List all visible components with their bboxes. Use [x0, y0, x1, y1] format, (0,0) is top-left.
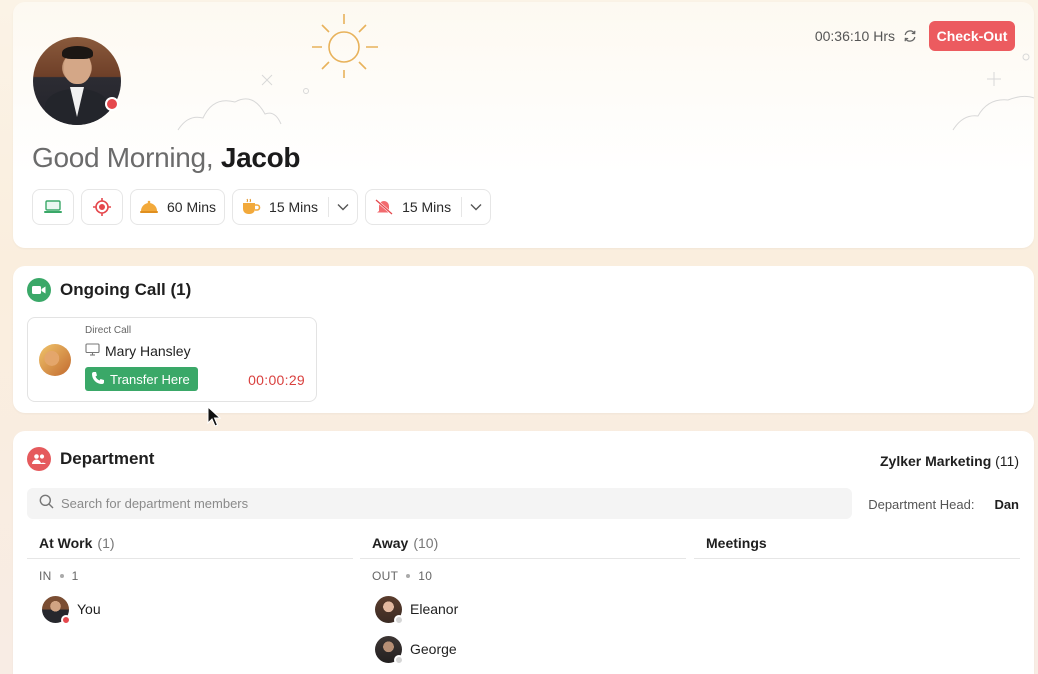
column-subheader: OUT 10 [360, 569, 686, 583]
department-search [27, 488, 852, 519]
work-mode-chip[interactable] [32, 189, 74, 225]
status-count: 10 [418, 569, 433, 583]
column-count: (10) [413, 535, 439, 551]
status-chips: 60 Mins 15 Mins 15 Mins [32, 189, 492, 225]
lunch-break-duration: 60 Mins [167, 199, 217, 215]
ongoing-call-heading: Ongoing Call (1) [27, 278, 191, 302]
at-work-column: At Work (1) IN 1 You [27, 528, 353, 625]
department-head-label: Department Head: [868, 497, 975, 512]
focus-chip[interactable] [81, 189, 123, 225]
call-item[interactable]: Direct Call Mary Hansley Transfer Here 0… [27, 317, 317, 402]
member-item[interactable]: George [360, 635, 686, 665]
ongoing-call-card: Ongoing Call (1) Direct Call Mary Hansle… [13, 266, 1034, 413]
chevron-down-icon[interactable] [470, 203, 482, 211]
elapsed-time-text: 00:36:10 Hrs [814, 28, 895, 44]
lunch-break-chip[interactable]: 60 Mins [130, 189, 226, 225]
away-column: Away (10) OUT 10 Eleanor George [360, 528, 686, 665]
department-head: Department Head: Dan [868, 497, 1019, 512]
coffee-break-chip[interactable]: 15 Mins [232, 189, 359, 225]
chevron-down-icon[interactable] [337, 203, 349, 211]
caller-row: Mary Hansley [85, 343, 191, 359]
department-name[interactable]: Zylker Marketing (11) [880, 453, 1019, 469]
group-icon [27, 447, 51, 471]
member-name: George [410, 641, 457, 657]
member-item[interactable]: You [27, 595, 353, 625]
greeting-text: Good Morning, Jacob [32, 142, 301, 174]
call-duration: 00:00:29 [248, 372, 305, 388]
department-name-text: Zylker Marketing [879, 453, 992, 469]
status-label: OUT [372, 569, 399, 583]
check-out-button[interactable]: Check-Out [929, 21, 1015, 51]
refresh-icon[interactable] [903, 29, 917, 43]
video-camera-icon [27, 278, 51, 302]
call-type-label: Direct Call [85, 325, 132, 336]
member-avatar [375, 595, 404, 625]
elapsed-timer: 00:36:10 Hrs [815, 28, 917, 44]
member-name: Eleanor [410, 601, 459, 617]
coffee-break-duration: 15 Mins [269, 199, 319, 215]
do-not-disturb-chip[interactable]: 15 Mins [365, 189, 492, 225]
dnd-duration: 15 Mins [402, 199, 452, 215]
phone-icon [91, 371, 105, 388]
column-title: Away [372, 535, 409, 551]
department-heading: Department [27, 447, 154, 471]
food-bell-icon [139, 199, 159, 215]
meetings-column: Meetings [694, 528, 1020, 559]
department-head-name[interactable]: Dan [994, 497, 1019, 512]
column-subheader: IN 1 [27, 569, 353, 583]
monitor-icon [85, 343, 100, 359]
status-count: 1 [71, 569, 79, 583]
user-status-indicator [105, 97, 119, 111]
mouse-cursor-icon [207, 406, 221, 427]
search-icon [39, 494, 54, 514]
sun-icon [312, 14, 378, 78]
department-card: Department Zylker Marketing (11) Departm… [13, 431, 1034, 674]
member-item[interactable]: Eleanor [360, 595, 686, 625]
member-avatar [42, 595, 71, 625]
column-title: At Work [39, 535, 93, 551]
laptop-icon [43, 199, 63, 215]
user-avatar[interactable] [33, 37, 121, 125]
member-avatar [375, 635, 404, 665]
column-header[interactable]: At Work (1) [27, 528, 353, 559]
target-icon [92, 197, 112, 217]
coffee-icon [241, 198, 261, 216]
transfer-here-label: Transfer Here [110, 371, 190, 387]
column-title: Meetings [706, 535, 767, 551]
bell-off-icon [374, 198, 394, 216]
greeting-card: Good Morning, Jacob 00:36:10 Hrs Check-O… [13, 2, 1034, 248]
column-header[interactable]: Away (10) [360, 528, 686, 559]
status-label: IN [39, 569, 52, 583]
department-title: Department [60, 449, 155, 468]
transfer-here-button[interactable]: Transfer Here [85, 367, 198, 391]
member-name: You [77, 601, 101, 617]
search-input[interactable] [61, 496, 821, 511]
caller-name: Mary Hansley [105, 343, 191, 359]
caller-avatar [39, 344, 71, 376]
column-count: (1) [97, 535, 115, 551]
column-header[interactable]: Meetings [694, 528, 1020, 559]
greeting-prefix: Good Morning, [32, 142, 214, 173]
ongoing-call-title: Ongoing Call (1) [60, 280, 192, 299]
greeting-user-name: Jacob [220, 142, 301, 173]
department-member-count: (11) [995, 453, 1019, 469]
